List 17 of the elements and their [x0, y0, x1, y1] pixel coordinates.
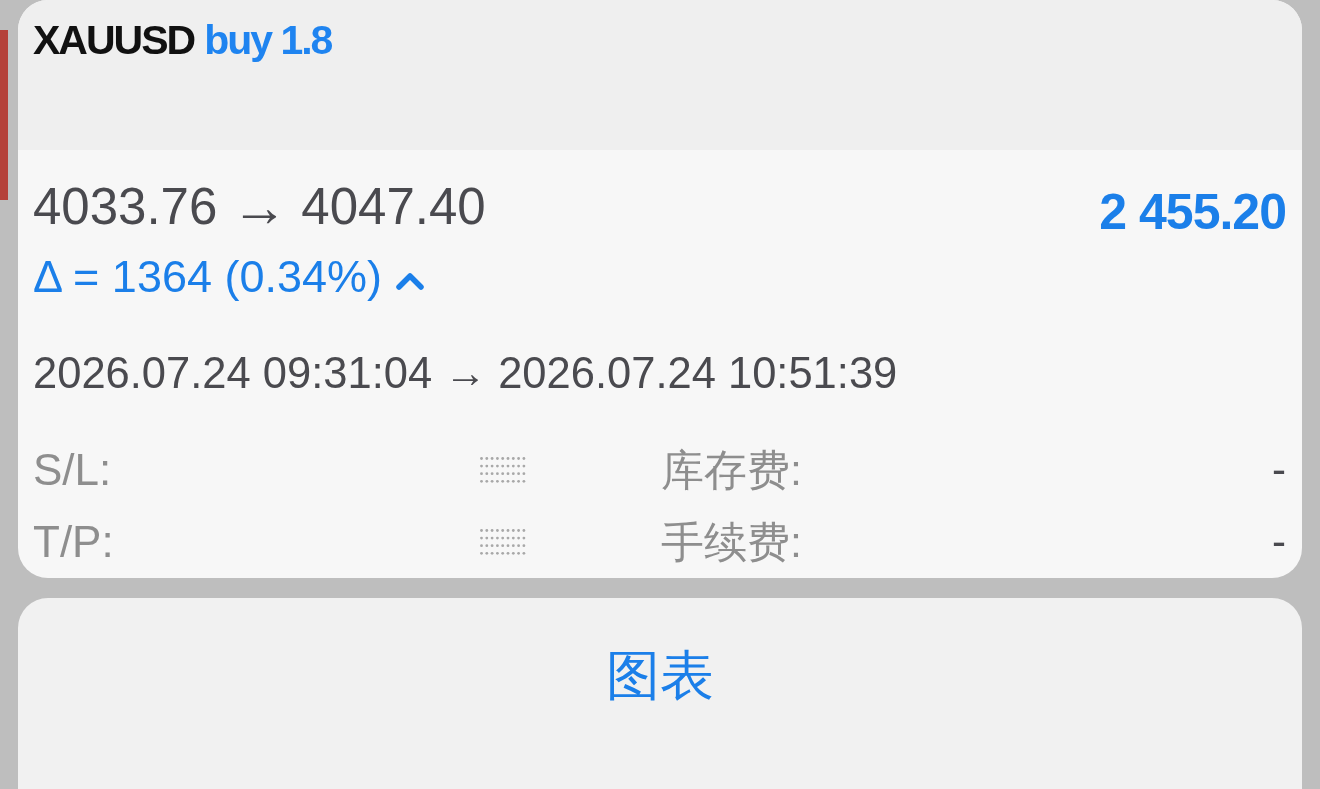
arrow-text: → [231, 177, 288, 237]
chart-button[interactable]: 图表 [18, 598, 1302, 789]
fee-label: 库存费: [661, 445, 802, 496]
open-time: 2026.07.24 09:31:04 [33, 348, 433, 399]
field-label: S/L: [33, 444, 112, 496]
close-time: 2026.07.24 10:51:39 [498, 348, 898, 399]
open-price: 4033.76 [33, 177, 218, 237]
close-price: 4047.40 [301, 177, 486, 237]
fee-label: 手续费: [661, 517, 802, 568]
fee-value: - [1272, 445, 1286, 495]
order-title: buy 1.8 [204, 16, 332, 65]
arrow-text: → [444, 348, 487, 398]
profit-value: 2 455.20 [1099, 183, 1286, 242]
field-label: T/P: [33, 516, 114, 568]
delta-text: Δ = 1364 (0.34%) [33, 250, 383, 304]
fee-value: - [1272, 517, 1286, 567]
symbol-title: XAUUSD [33, 16, 195, 65]
